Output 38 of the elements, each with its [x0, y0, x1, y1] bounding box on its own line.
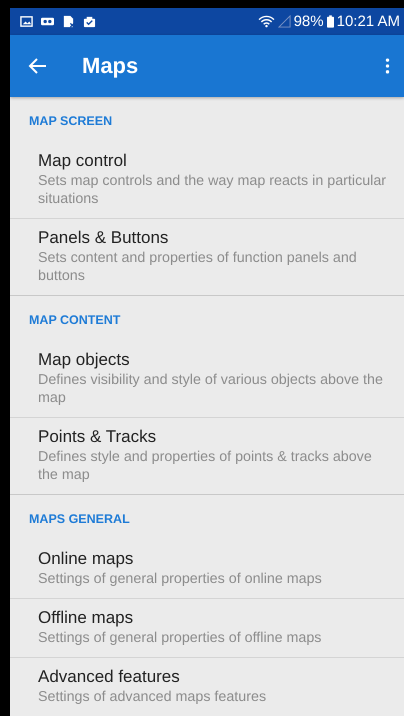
more-options-icon	[385, 57, 390, 75]
settings-item[interactable]: Panels & Buttons Sets content and properties of function panels and buttons	[10, 218, 404, 295]
settings-item[interactable]: Advanced features Settings of advanced maps features	[10, 657, 404, 716]
item-summary: Defines visibility and style of various objects above the map	[38, 371, 384, 407]
document-icon	[62, 15, 75, 28]
item-title: Online maps	[38, 548, 134, 569]
section-header: MAPS GENERAL	[28, 511, 131, 528]
back-arrow-icon	[28, 56, 48, 76]
item-title: Advanced features	[38, 666, 181, 687]
battery-percent: 98%	[294, 13, 324, 30]
clipboard-icon	[83, 15, 96, 28]
section-header: MAP CONTENT	[28, 312, 122, 329]
clock: 10:21 AM	[336, 13, 400, 30]
screen-title: Maps	[82, 53, 140, 79]
image-icon	[20, 15, 33, 28]
signal-icon	[278, 15, 291, 28]
item-summary: Settings of general properties of online maps	[38, 570, 323, 588]
item-title: Offline maps	[38, 607, 134, 628]
item-summary: Sets content and properties of function panels and buttons	[38, 249, 358, 285]
voicemail-icon	[41, 15, 54, 28]
overflow-menu-button[interactable]	[385, 57, 390, 75]
battery-icon	[326, 15, 334, 28]
section-header: MAP SCREEN	[28, 113, 114, 130]
settings-item[interactable]: Map objects Defines visibility and style of various objects above the map	[10, 341, 404, 417]
back-button[interactable]	[28, 56, 48, 76]
item-title: Map objects	[38, 349, 131, 370]
item-summary: Settings of general properties of offline maps	[38, 629, 322, 647]
settings-item[interactable]: Offline maps Settings of general properties of offline maps	[10, 598, 404, 657]
settings-item[interactable]: Points & Tracks Defines style and properties of points & tracks above the map	[10, 417, 404, 494]
item-summary: Sets map controls and the way map reacts in particular situations	[38, 172, 388, 208]
item-title: Panels & Buttons	[38, 227, 170, 248]
item-title: Map control	[38, 150, 128, 171]
settings-item[interactable]: Map control Sets map controls and the way map reacts in particular situations	[10, 142, 404, 218]
item-summary: Defines style and properties of points & tracks above the map	[38, 448, 373, 484]
item-title: Points & Tracks	[38, 426, 158, 447]
item-summary: Settings of advanced maps features	[38, 688, 268, 706]
settings-item[interactable]: Online maps Settings of general properties of online maps	[10, 540, 404, 598]
wifi-icon	[258, 15, 275, 28]
